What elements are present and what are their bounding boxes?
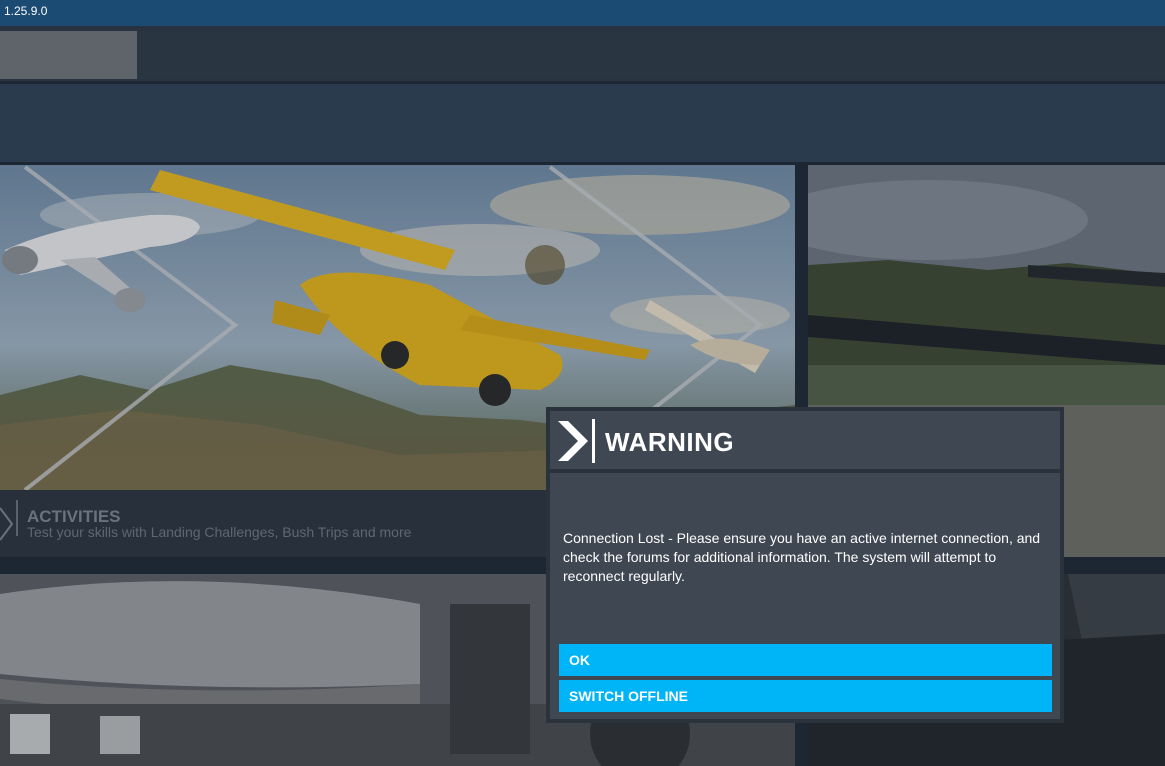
dialog-body: Connection Lost - Please ensure you have… <box>550 473 1060 719</box>
ok-button[interactable]: OK <box>559 644 1052 676</box>
activities-subtitle: Test your skills with Landing Challenges… <box>27 524 412 540</box>
chevron-right-icon <box>558 421 588 461</box>
dialog-message: Connection Lost - Please ensure you have… <box>563 530 1041 584</box>
page-header <box>0 84 1165 162</box>
chevron-right-icon <box>0 507 14 541</box>
version-label: 1.25.9.0 <box>4 4 48 18</box>
caption-divider <box>16 500 18 536</box>
switch-offline-button[interactable]: SWITCH OFFLINE <box>559 680 1052 712</box>
title-bar: 1.25.9.0 <box>0 0 1165 26</box>
dialog-header: WARNING <box>550 411 1060 469</box>
nav-selected-item[interactable] <box>0 31 137 79</box>
top-navigation <box>0 26 1165 81</box>
nav-bar <box>137 31 1165 79</box>
dialog-title: WARNING <box>605 427 735 457</box>
header-divider <box>592 419 595 463</box>
warning-dialog: WARNING Connection Lost - Please ensure … <box>546 407 1064 723</box>
